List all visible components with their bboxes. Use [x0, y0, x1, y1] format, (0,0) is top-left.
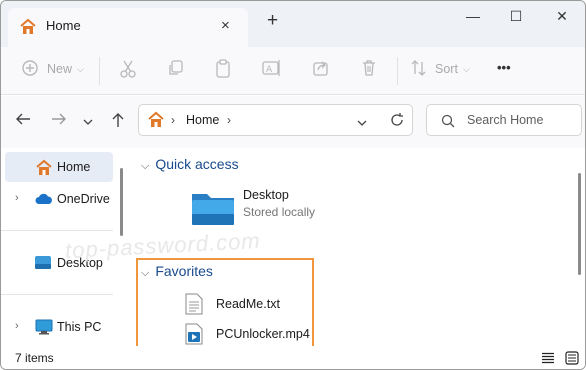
breadcrumb-chevron-icon[interactable]: ›	[227, 113, 231, 127]
expand-chevron-icon[interactable]: ›	[15, 320, 19, 332]
home-icon	[35, 159, 53, 179]
collapse-chevron-icon[interactable]: ⌵	[141, 160, 149, 173]
desktop-icon	[35, 256, 51, 273]
svg-text:A: A	[266, 65, 273, 75]
maximize-button[interactable]: ☐	[506, 8, 526, 28]
title-bar: Home × + — ☐ ✕	[1, 1, 585, 48]
toolbar-divider	[397, 57, 398, 85]
details-view-icon[interactable]	[541, 352, 555, 367]
recent-locations-chevron-icon[interactable]	[83, 115, 93, 129]
more-options-button[interactable]: •••	[497, 60, 511, 75]
sidebar-item-label: OneDrive	[57, 192, 110, 206]
sidebar-item-this-pc[interactable]: › This PC	[5, 312, 113, 342]
home-icon	[19, 18, 37, 38]
rename-icon[interactable]: A	[262, 59, 282, 80]
navigation-bar: › Home › Search Home	[1, 96, 585, 148]
close-window-button[interactable]: ✕	[552, 8, 572, 28]
tiles-view-icon[interactable]	[565, 351, 579, 368]
forward-arrow-icon[interactable]	[51, 112, 67, 129]
sidebar-item-home[interactable]: Home	[5, 152, 113, 182]
paste-icon[interactable]	[214, 59, 232, 82]
sidebar-item-onedrive[interactable]: › OneDrive	[5, 184, 113, 214]
favorites-highlight-box	[136, 258, 314, 349]
expand-chevron-icon[interactable]: ›	[15, 192, 19, 204]
file-explorer-window: Home × + — ☐ ✕ New ⌵ A Sort ⌵ ••• › Home…	[0, 0, 586, 370]
search-placeholder: Search Home	[467, 113, 544, 127]
new-tab-button[interactable]: +	[267, 10, 278, 32]
cut-icon[interactable]	[119, 59, 137, 82]
cloud-icon	[35, 193, 53, 208]
sidebar-item-label: This PC	[57, 320, 102, 334]
toolbar-divider	[99, 57, 100, 85]
folder-location: Stored locally	[243, 205, 316, 219]
minimize-button[interactable]: —	[463, 8, 483, 28]
search-icon	[441, 114, 455, 131]
breadcrumb[interactable]: Home	[186, 113, 219, 127]
sort-icon[interactable]	[410, 59, 428, 80]
share-icon[interactable]	[312, 59, 330, 80]
status-bar: 7 items	[1, 346, 585, 369]
sidebar-divider	[1, 294, 113, 295]
sort-button[interactable]: Sort	[435, 62, 458, 76]
quick-access-title: Quick access	[155, 156, 239, 172]
folder-icon	[191, 190, 235, 229]
address-history-chevron-icon[interactable]	[357, 116, 367, 130]
sidebar-scrollbar[interactable]	[120, 168, 123, 236]
pc-icon	[35, 319, 53, 338]
command-bar: New ⌵ A Sort ⌵ •••	[1, 47, 585, 95]
close-tab-icon[interactable]: ×	[221, 17, 230, 34]
sidebar-divider	[1, 230, 113, 231]
breadcrumb-chevron-icon[interactable]: ›	[171, 113, 175, 127]
delete-icon[interactable]	[360, 59, 378, 80]
search-input[interactable]: Search Home	[426, 104, 582, 136]
quick-access-header[interactable]: ⌵ Quick access	[141, 156, 239, 173]
copy-icon[interactable]	[167, 59, 185, 80]
chevron-down-icon: ⌵	[77, 64, 84, 74]
tab-title: Home	[46, 18, 81, 33]
folder-name: Desktop	[243, 188, 289, 202]
tab-home[interactable]: Home ×	[8, 8, 248, 48]
new-icon[interactable]	[21, 59, 39, 80]
back-arrow-icon[interactable]	[15, 112, 31, 129]
item-count: 7 items	[15, 351, 54, 365]
home-icon	[147, 111, 165, 131]
up-arrow-icon[interactable]	[111, 112, 125, 131]
refresh-icon[interactable]	[389, 112, 405, 131]
sidebar-item-label: Home	[57, 160, 91, 174]
chevron-down-icon: ⌵	[463, 64, 470, 74]
new-button[interactable]: New	[47, 62, 72, 76]
address-bar[interactable]: › Home ›	[138, 104, 413, 136]
content-scrollbar[interactable]	[578, 173, 581, 275]
